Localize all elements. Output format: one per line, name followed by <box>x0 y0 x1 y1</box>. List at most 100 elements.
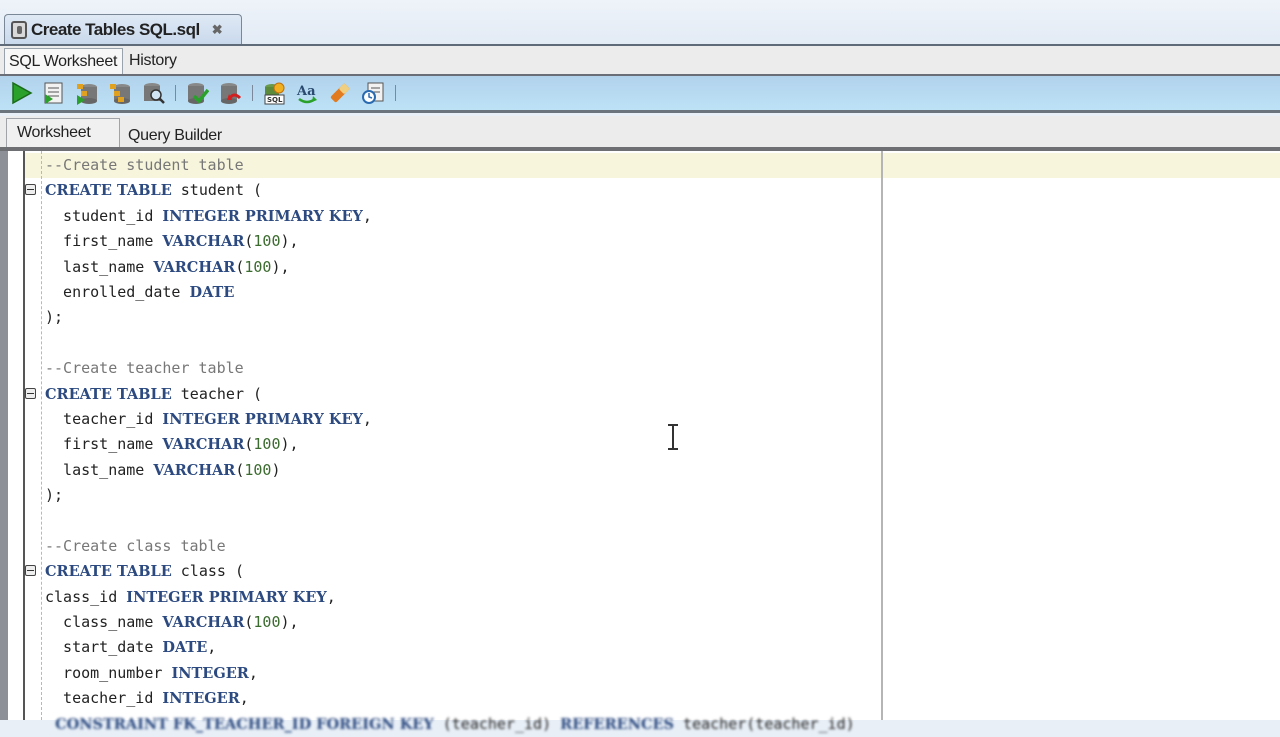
code-line[interactable] <box>45 331 855 356</box>
play-icon <box>12 81 33 105</box>
sql-text: last_name <box>45 257 154 276</box>
code-line[interactable]: enrolled_date DATE <box>45 280 855 305</box>
svg-text:SQL: SQL <box>267 96 283 104</box>
fold-toggle-icon[interactable] <box>25 387 36 399</box>
change-case-button[interactable]: Aa <box>294 80 320 106</box>
fold-toggle-icon[interactable] <box>25 565 36 577</box>
code-line[interactable]: start_date DATE, <box>45 635 855 660</box>
sql-keyword: VARCHAR <box>153 461 236 479</box>
code-line[interactable]: --Create teacher table <box>45 356 855 381</box>
sql-text: , <box>326 587 336 606</box>
sql-keyword: DATE <box>162 639 208 657</box>
sql-keyword: CREATE TABLE <box>45 563 172 581</box>
fold-toggle-icon[interactable] <box>25 184 36 196</box>
sql-keyword: REFERENCES <box>560 715 675 733</box>
sql-keyword: CREATE TABLE <box>45 385 172 403</box>
code-line[interactable]: ); <box>45 305 855 330</box>
code-line[interactable]: first_name VARCHAR(100), <box>45 432 855 457</box>
toolbar-separator <box>395 85 396 101</box>
file-tab[interactable]: Create Tables SQL.sql ✖ <box>4 14 242 44</box>
fold-guide <box>41 151 42 720</box>
sql-text: teacher ( <box>171 384 263 403</box>
sql-keyword: VARCHAR <box>162 233 245 251</box>
sql-keyword: VARCHAR <box>162 614 245 632</box>
sql-text: enrolled_date <box>45 282 190 301</box>
code-line[interactable]: class_name VARCHAR(100), <box>45 610 855 635</box>
run-statement-button[interactable] <box>8 80 34 106</box>
sql-text: , <box>239 689 249 708</box>
code-line[interactable] <box>45 508 855 533</box>
tab-query-builder[interactable]: Query Builder <box>118 121 222 150</box>
autotrace-button[interactable] <box>74 80 100 106</box>
code-area[interactable]: --Create student table CREATE TABLE stude… <box>25 153 855 737</box>
code-line[interactable]: last_name VARCHAR(100) <box>45 458 855 483</box>
sql-number: 100 <box>253 232 281 251</box>
sql-keyword: INTEGER PRIMARY KEY <box>162 207 363 225</box>
sql-number: 100 <box>244 460 272 479</box>
code-line[interactable]: CONSTRAINT FK_TEACHER_ID FOREIGN KEY (te… <box>45 712 855 737</box>
code-line[interactable]: ); <box>45 483 855 508</box>
code-line[interactable]: room_number INTEGER, <box>45 661 855 686</box>
sql-text: ), <box>271 257 290 276</box>
code-line[interactable]: CREATE TABLE teacher ( <box>25 382 855 407</box>
sql-text: , <box>362 206 372 225</box>
rollback-button[interactable] <box>217 80 243 106</box>
sql-keyword: VARCHAR <box>153 258 236 276</box>
run-script-button[interactable] <box>41 80 67 106</box>
sql-history-button[interactable] <box>360 80 386 106</box>
sql-keyword: INTEGER <box>162 690 240 708</box>
sql-keyword: INTEGER <box>171 664 249 682</box>
code-line[interactable]: teacher_id INTEGER PRIMARY KEY, <box>45 407 855 432</box>
sql-text: class_id <box>45 587 127 606</box>
toolbar-separator <box>252 85 253 101</box>
tab-worksheet[interactable]: Worksheet <box>6 118 120 147</box>
sql-keyword: CONSTRAINT FK_TEACHER_ID FOREIGN KEY <box>45 715 434 733</box>
sql-text: last_name <box>45 460 154 479</box>
unshared-sql-worksheet-button[interactable]: SQL <box>261 80 287 106</box>
sql-text: ) <box>271 460 281 479</box>
code-line[interactable]: class_id INTEGER PRIMARY KEY, <box>45 585 855 610</box>
line-gutter <box>8 151 25 720</box>
code-line[interactable]: student_id INTEGER PRIMARY KEY, <box>45 204 855 229</box>
sql-number: 100 <box>253 613 281 632</box>
rollback-icon <box>221 83 242 104</box>
sql-text: ); <box>45 308 64 327</box>
sql-text: ), <box>280 613 299 632</box>
close-icon[interactable]: ✖ <box>212 22 223 38</box>
script-icon <box>44 82 63 104</box>
worksheet-tab-bar: Worksheet Query Builder <box>0 116 1280 151</box>
code-line[interactable]: CREATE TABLE student ( <box>25 178 855 203</box>
tab-history[interactable]: History <box>125 48 181 74</box>
tab-sql-worksheet[interactable]: SQL Worksheet <box>4 48 123 74</box>
sql-text: student_id <box>45 206 163 225</box>
code-line[interactable]: --Create student table <box>45 153 855 178</box>
sql-text: (teacher_id) <box>433 714 561 733</box>
sql-comment: --Create class table <box>45 536 226 555</box>
sql-text: first_name <box>45 435 163 454</box>
history-icon <box>362 82 384 104</box>
sql-editor[interactable]: --Create student table CREATE TABLE stude… <box>0 151 1280 733</box>
code-line[interactable]: CREATE TABLE class ( <box>25 559 855 584</box>
text-cursor-icon <box>668 424 678 450</box>
code-line[interactable]: first_name VARCHAR(100), <box>45 229 855 254</box>
sql-text: start_date <box>45 638 163 657</box>
explain-plan-button[interactable] <box>107 80 133 106</box>
toolbar-separator <box>175 85 176 101</box>
code-line[interactable]: last_name VARCHAR(100), <box>45 255 855 280</box>
sql-text: ), <box>280 232 299 251</box>
code-line[interactable]: teacher_id INTEGER, <box>45 686 855 711</box>
sql-keyword: CREATE TABLE <box>45 182 172 200</box>
worksheet-subtab-bar: SQL Worksheet History <box>0 46 1280 76</box>
clear-button[interactable] <box>327 80 353 106</box>
autotrace-icon <box>77 84 97 105</box>
code-line[interactable]: --Create class table <box>45 534 855 559</box>
sql-number: 100 <box>244 257 272 276</box>
sql-text: teacher(teacher_id) <box>674 714 855 733</box>
sql-tuning-advisor-button[interactable] <box>140 80 166 106</box>
sql-keyword: INTEGER PRIMARY KEY <box>162 410 363 428</box>
sql-text: class ( <box>171 562 244 581</box>
commit-button[interactable] <box>184 80 210 106</box>
sql-comment: --Create student table <box>45 156 244 174</box>
file-tab-title: Create Tables SQL.sql <box>31 19 200 39</box>
sql-text: first_name <box>45 232 163 251</box>
